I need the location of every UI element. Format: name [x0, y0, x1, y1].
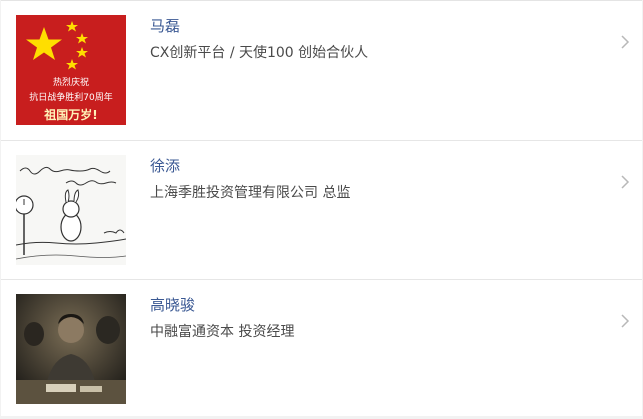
- avatar-caption-line2: 抗日战争胜利70周年: [29, 93, 113, 103]
- chevron-right-icon[interactable]: [620, 174, 630, 190]
- contact-name[interactable]: 马磊: [150, 16, 180, 36]
- avatar[interactable]: [16, 294, 126, 404]
- avatar-caption-line1: 热烈庆祝: [52, 78, 89, 88]
- contact-title: 上海季胜投资管理有限公司 总监: [150, 185, 351, 201]
- contact-name[interactable]: 高晓骏: [150, 295, 195, 315]
- contact-title: CX创新平台 / 天使100 创始合伙人: [150, 45, 369, 61]
- contact-list: 热烈庆祝 抗日战争胜利70周年 祖国万岁! 马磊 CX创新平台 / 天使100 …: [1, 0, 642, 416]
- list-item[interactable]: 高晓骏 中融富通资本 投资经理: [1, 279, 642, 418]
- avatar-caption-line3: 祖国万岁!: [44, 108, 98, 122]
- avatar[interactable]: [16, 155, 126, 265]
- chevron-right-icon[interactable]: [620, 34, 630, 50]
- contact-title: 中融富通资本 投资经理: [150, 324, 295, 340]
- cartoon-sketch-avatar-icon: [16, 155, 126, 265]
- list-item[interactable]: 徐添 上海季胜投资管理有限公司 总监: [1, 140, 642, 279]
- contact-name[interactable]: 徐添: [150, 156, 180, 176]
- photo-avatar-icon: [16, 294, 126, 404]
- list-item[interactable]: 热烈庆祝 抗日战争胜利70周年 祖国万岁! 马磊 CX创新平台 / 天使100 …: [1, 1, 642, 140]
- avatar[interactable]: 热烈庆祝 抗日战争胜利70周年 祖国万岁!: [16, 15, 126, 125]
- chevron-right-icon[interactable]: [620, 313, 630, 329]
